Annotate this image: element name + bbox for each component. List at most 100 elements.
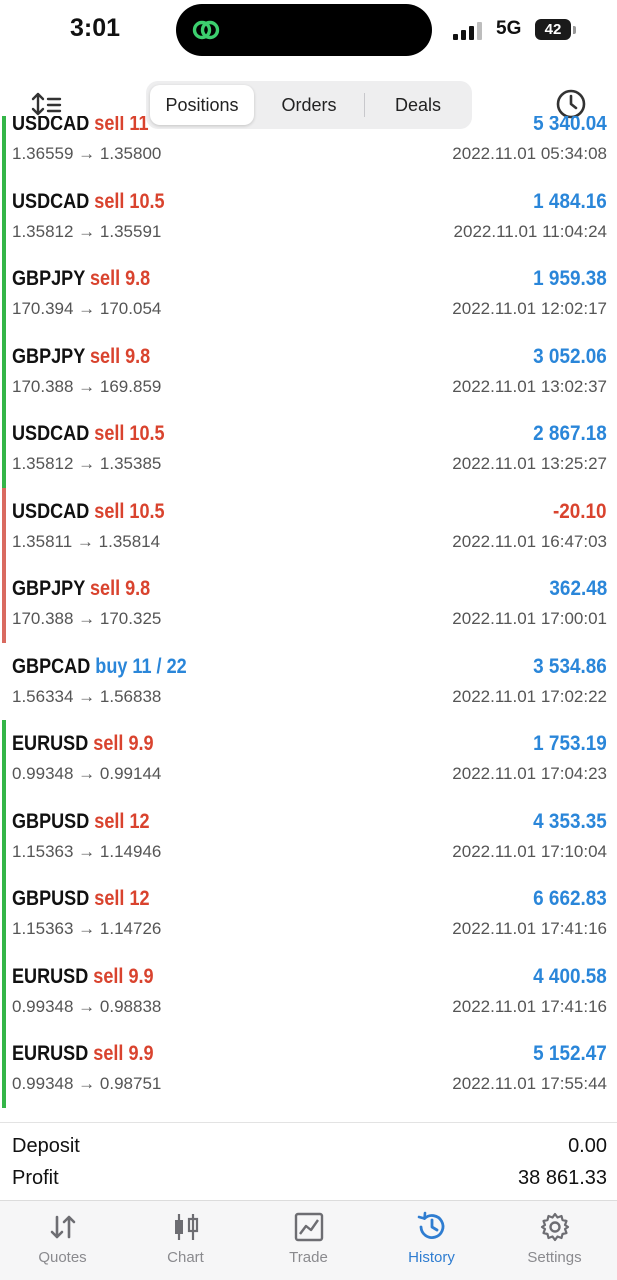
deal-status-bar bbox=[2, 565, 6, 643]
deals-list[interactable]: USDCAD sell 11 1.36559 → 1.35800 5 340.04 2… bbox=[0, 116, 617, 1122]
deal-symbol: USDCAD bbox=[12, 116, 90, 135]
deal-profit: -20.10 bbox=[553, 499, 607, 523]
deal-symbol: GBPUSD bbox=[12, 887, 90, 910]
deal-prices: 170.388 → 170.325 bbox=[12, 609, 162, 628]
deal-symbol: USDCAD bbox=[12, 422, 90, 445]
deal-type: sell 9.9 bbox=[93, 964, 154, 988]
deal-profit: 4 353.35 bbox=[533, 809, 607, 833]
deal-profit: 3 052.06 bbox=[533, 344, 607, 368]
deal-row[interactable]: USDCAD sell 10.5 1.35812 → 1.35385 2 867.1… bbox=[0, 410, 617, 488]
tab-trade-label: Trade bbox=[289, 1249, 328, 1266]
deal-profit: 5 340.04 bbox=[533, 116, 607, 135]
deal-symbol: GBPJPY bbox=[12, 577, 85, 600]
deal-type: sell 9.8 bbox=[89, 577, 151, 600]
chart-icon bbox=[175, 1214, 199, 1240]
deal-time: 2022.11.01 16:47:03 bbox=[452, 531, 607, 551]
deal-row[interactable]: USDCAD sell 11 1.36559 → 1.35800 5 340.04 2… bbox=[0, 116, 617, 178]
deal-symbol-line: USDCAD sell 10.5 bbox=[12, 500, 165, 524]
deal-prices: 0.99348 → 0.99144 bbox=[12, 764, 162, 783]
deal-profit: 2 867.18 bbox=[533, 422, 607, 445]
deal-time: 2022.11.01 13:02:37 bbox=[452, 376, 607, 396]
deal-type: sell 10.5 bbox=[94, 189, 165, 213]
deal-symbol-line: GBPUSD sell 12 bbox=[12, 887, 150, 911]
battery-tip bbox=[573, 26, 576, 34]
cellular-signal-icon bbox=[453, 22, 482, 40]
deal-type: buy 11 / 22 bbox=[95, 654, 187, 678]
tab-history[interactable]: History bbox=[370, 1201, 493, 1280]
deal-symbol: EURUSD bbox=[12, 732, 89, 755]
settings-icon bbox=[540, 1212, 570, 1242]
deal-time: 2022.11.01 17:02:22 bbox=[452, 686, 607, 706]
deal-status-bar bbox=[2, 410, 6, 488]
deal-row[interactable]: GBPJPY sell 9.8 170.388 → 170.325 362.48 20… bbox=[0, 565, 617, 643]
deal-symbol-line: GBPUSD sell 12 bbox=[12, 810, 150, 834]
deal-symbol-line: USDCAD sell 11 bbox=[12, 116, 149, 136]
profit-label: Profit bbox=[12, 1167, 59, 1189]
deposit-value: 0.00 bbox=[568, 1135, 607, 1157]
deal-time: 2022.11.01 17:41:16 bbox=[452, 996, 607, 1016]
deal-prices: 1.35812 → 1.35591 bbox=[12, 221, 162, 241]
deal-row[interactable]: GBPUSD sell 12 1.15363 → 1.14726 6 662.83 2… bbox=[0, 875, 617, 953]
deal-status-bar bbox=[2, 487, 6, 565]
deal-status-bar bbox=[2, 720, 6, 798]
status-time: 3:01 bbox=[70, 14, 121, 42]
deal-type: sell 12 bbox=[94, 887, 150, 910]
deal-profit: 1 484.16 bbox=[533, 189, 607, 213]
deal-prices: 0.99348 → 0.98838 bbox=[12, 996, 162, 1016]
status-bar: 3:01 5G 42 bbox=[0, 0, 617, 62]
deal-time: 2022.11.01 12:02:17 bbox=[452, 299, 607, 318]
deal-type: sell 9.9 bbox=[93, 1042, 154, 1065]
tab-quotes[interactable]: Quotes bbox=[1, 1201, 124, 1280]
segment-divider bbox=[364, 93, 365, 117]
deal-profit: 1 753.19 bbox=[533, 732, 607, 755]
deal-prices: 1.35812 → 1.35385 bbox=[12, 454, 162, 473]
deal-symbol-line: GBPCAD buy 11 / 22 bbox=[12, 655, 187, 679]
tab-chart-label: Chart bbox=[167, 1249, 204, 1266]
deal-symbol-line: EURUSD sell 9.9 bbox=[12, 732, 154, 756]
deal-symbol: GBPUSD bbox=[12, 809, 90, 833]
deal-row[interactable]: EURUSD sell 9.9 0.99348 → 0.99144 1 753.19… bbox=[0, 720, 617, 798]
dynamic-island bbox=[176, 4, 432, 56]
deal-time: 2022.11.01 11:04:24 bbox=[453, 221, 607, 241]
deal-row[interactable]: GBPUSD sell 12 1.15363 → 1.14946 4 353.35 2… bbox=[0, 797, 617, 875]
deal-status-bar bbox=[2, 875, 6, 953]
deal-row[interactable]: EURUSD sell 9.9 0.99348 → 0.98838 4 400.58… bbox=[0, 952, 617, 1030]
deal-symbol-line: GBPJPY sell 9.8 bbox=[12, 345, 150, 369]
deal-symbol: EURUSD bbox=[12, 964, 89, 988]
deal-type: sell 11 bbox=[94, 116, 149, 135]
deal-row[interactable]: GBPCAD buy 11 / 22 1.56334 → 1.56838 3 534… bbox=[0, 643, 617, 721]
deal-time: 2022.11.01 17:04:23 bbox=[452, 764, 607, 783]
deal-status-bar bbox=[2, 332, 6, 410]
deal-row[interactable]: USDCAD sell 10.5 1.35811 → 1.35814 -20.10 2… bbox=[0, 487, 617, 565]
deal-symbol: EURUSD bbox=[12, 1042, 89, 1065]
trade-icon bbox=[294, 1212, 324, 1242]
tab-trade[interactable]: Trade bbox=[247, 1201, 370, 1280]
deal-row[interactable]: EURUSD sell 9.9 0.99348 → 0.98751 5 152.47… bbox=[0, 1030, 617, 1108]
deal-symbol: USDCAD bbox=[12, 189, 90, 213]
deal-row[interactable]: USDCAD sell 10.5 1.35812 → 1.35591 1 484.1… bbox=[0, 177, 617, 255]
deal-status-bar bbox=[2, 116, 6, 178]
deposit-label: Deposit bbox=[12, 1135, 80, 1157]
deal-type: sell 10.5 bbox=[94, 499, 165, 523]
history-icon bbox=[417, 1211, 445, 1239]
deal-symbol-line: USDCAD sell 10.5 bbox=[12, 422, 165, 446]
battery-icon: 42 bbox=[535, 19, 571, 40]
deal-time: 2022.11.01 17:00:01 bbox=[452, 609, 607, 628]
deal-symbol-line: EURUSD sell 9.9 bbox=[12, 965, 154, 989]
deal-status-bar bbox=[2, 952, 6, 1030]
tab-quotes-label: Quotes bbox=[38, 1249, 87, 1266]
deal-time: 2022.11.01 13:25:27 bbox=[452, 454, 607, 473]
deal-status-bar bbox=[2, 177, 6, 255]
deal-time: 2022.11.01 17:41:16 bbox=[452, 919, 607, 938]
tab-chart[interactable]: Chart bbox=[124, 1201, 247, 1280]
tab-settings[interactable]: Settings bbox=[493, 1201, 616, 1280]
deal-symbol-line: GBPJPY sell 9.8 bbox=[12, 267, 150, 291]
deal-row[interactable]: GBPJPY sell 9.8 170.388 → 169.859 3 052.06… bbox=[0, 332, 617, 410]
link-rings-icon bbox=[192, 20, 220, 40]
deal-prices: 1.36559 → 1.35800 bbox=[12, 144, 162, 163]
quotes-icon bbox=[50, 1215, 76, 1239]
deal-row[interactable]: GBPJPY sell 9.8 170.394 → 170.054 1 959.38… bbox=[0, 255, 617, 333]
deal-time: 2022.11.01 05:34:08 bbox=[452, 144, 607, 163]
summary: Deposit 0.00 Profit 38 861.33 bbox=[0, 1122, 617, 1200]
deal-type: sell 10.5 bbox=[94, 422, 165, 445]
